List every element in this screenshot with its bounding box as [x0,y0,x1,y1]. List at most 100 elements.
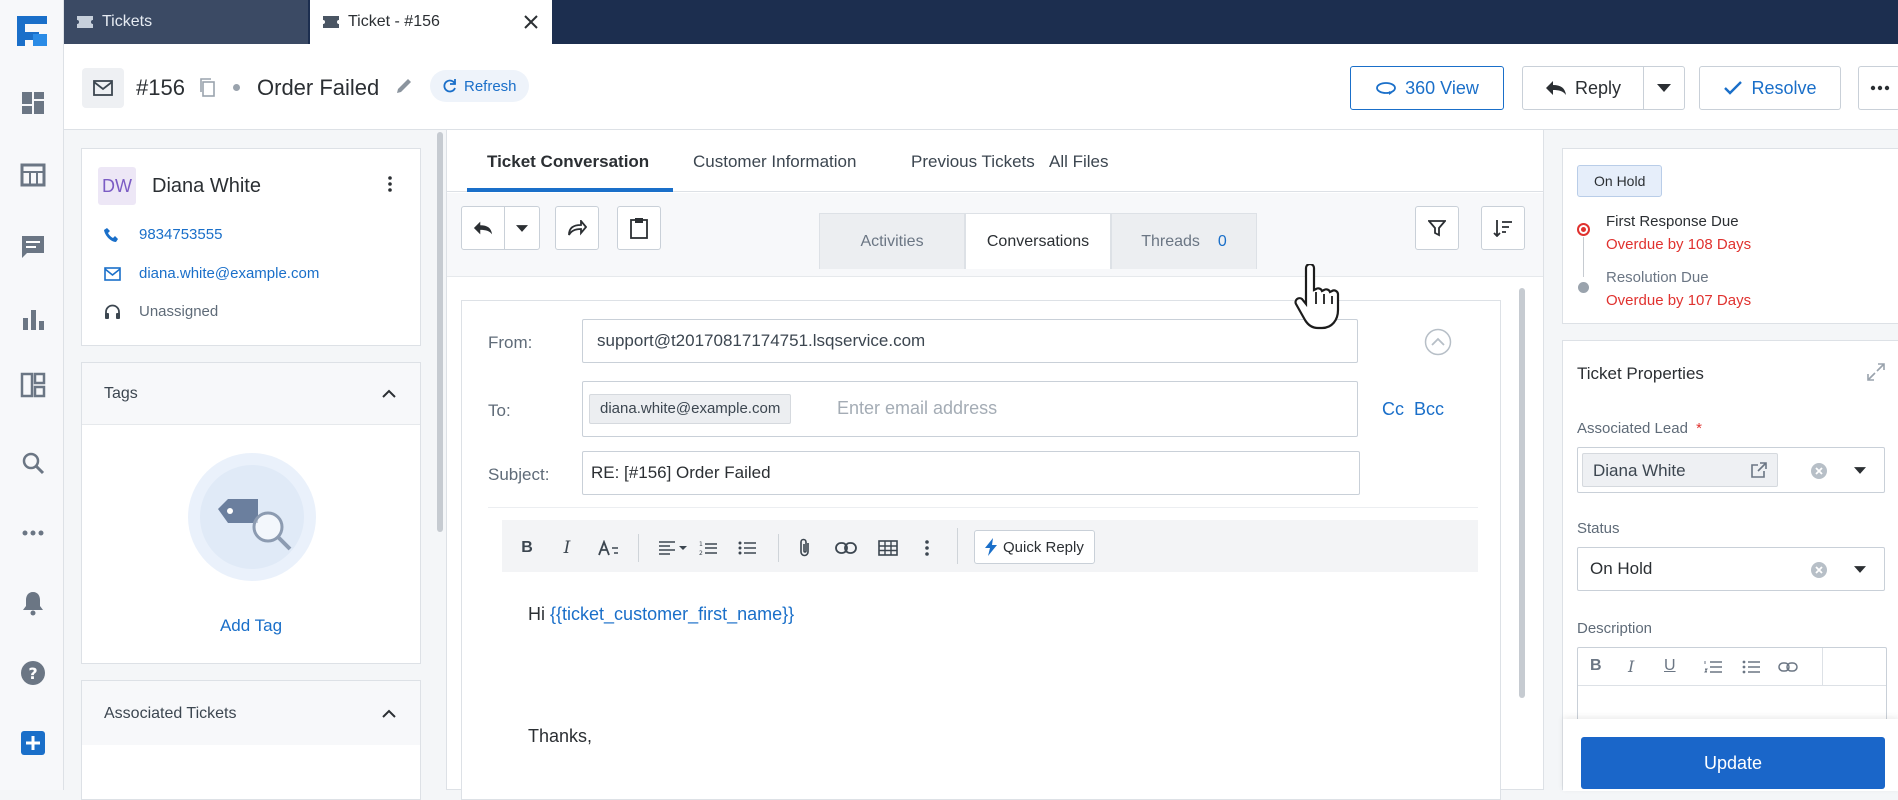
help-icon[interactable]: ? [20,660,46,686]
threads-label: Threads [1141,232,1200,250]
reports-icon[interactable] [20,306,46,332]
more-vertical-icon[interactable] [915,536,939,560]
first-response-label: First Response Due [1606,213,1739,230]
clear-icon[interactable] [1810,462,1828,480]
close-tab-icon[interactable] [522,13,540,31]
tab-tickets[interactable]: Tickets [64,0,308,44]
collapse-circle-icon[interactable] [1424,328,1452,356]
tags-header[interactable]: Tags [82,363,420,425]
threads-count: 0 [1217,232,1227,250]
conversation-scrollbar[interactable] [1519,288,1525,698]
subject-input[interactable]: RE: [#156] Order Failed [582,451,1360,495]
chevron-up-icon[interactable] [382,389,396,398]
sla-card: On Hold First Response Due Overdue by 10… [1562,148,1898,324]
resolution-label: Resolution Due [1606,269,1709,286]
italic-icon[interactable]: I [1628,657,1634,676]
active-tab-indicator [467,188,673,192]
body-thanks: Thanks, [528,726,593,746]
forward-button[interactable] [555,206,599,250]
kebab-menu-icon[interactable] [388,176,392,192]
tab-ticket-conversation[interactable]: Ticket Conversation [487,152,649,172]
add-icon[interactable] [20,730,46,756]
more-icon[interactable] [20,520,46,546]
lightning-icon [985,538,997,556]
tab-all-files[interactable]: All Files [1049,152,1109,172]
reply-button[interactable]: Reply [1522,66,1644,110]
recipient-chip[interactable]: diana.white@example.com [589,394,792,424]
reply-label: Reply [1574,77,1622,98]
resolve-button[interactable]: Resolve [1699,66,1841,110]
dashboard-icon[interactable] [20,90,46,116]
link-icon[interactable] [1778,660,1798,674]
left-column-scrollbar[interactable] [437,132,443,532]
view-360-button[interactable]: 360 View [1350,66,1504,110]
unordered-list-icon[interactable] [1742,660,1760,674]
attachment-icon[interactable] [793,536,817,560]
table-icon[interactable] [20,162,46,188]
refresh-label: Refresh [464,77,517,95]
subtab-threads[interactable]: Threads 0 [1111,213,1257,269]
to-input[interactable]: diana.white@example.com Enter email addr… [582,381,1358,437]
editor-body-greeting[interactable]: Hi {{ticket_customer_first_name}} [528,604,794,625]
ordered-list-icon[interactable] [1704,660,1722,674]
cc-link[interactable]: Cc [1382,399,1404,420]
chevron-up-icon[interactable] [382,709,396,718]
window-tab-bar: Tickets Ticket - #156 [64,0,1898,44]
contact-email-link[interactable]: diana.white@example.com [139,265,319,282]
font-size-icon[interactable] [597,536,621,560]
link-icon[interactable] [834,536,858,560]
reply-options-dropdown[interactable] [504,206,540,250]
filter-button[interactable] [1415,206,1459,250]
sort-button[interactable] [1481,206,1525,250]
conversation-panel: Ticket Conversation Customer Information… [446,130,1544,800]
refresh-button[interactable]: Refresh [430,70,529,102]
align-icon[interactable] [656,536,690,560]
tab-previous-tickets[interactable]: Previous Tickets [911,152,1035,172]
associated-lead-label-text: Associated Lead [1577,420,1688,437]
table-icon[interactable] [876,536,900,560]
contact-phone-link[interactable]: 9834753555 [139,226,222,243]
search-icon[interactable] [20,450,46,476]
svg-text:?: ? [28,664,37,683]
clear-icon[interactable] [1810,561,1828,579]
chat-icon[interactable] [20,234,46,260]
subtab-conversations[interactable]: Conversations [965,213,1111,269]
quick-reply-button[interactable]: Quick Reply [974,530,1095,564]
description-label: Description [1577,620,1653,637]
properties-title: Ticket Properties [1577,364,1704,383]
layout-icon[interactable] [20,372,46,398]
italic-icon[interactable]: I [555,536,579,560]
app-logo-icon[interactable] [15,14,49,48]
external-link-icon[interactable] [1751,462,1767,478]
add-tag-link[interactable]: Add Tag [82,616,420,636]
unordered-list-icon[interactable] [735,536,759,560]
from-select[interactable]: support@t20170817174751.lsqservice.com [582,319,1358,363]
copy-icon[interactable] [198,77,216,97]
expand-icon[interactable] [1867,363,1885,381]
note-button[interactable] [617,206,661,250]
contact-name[interactable]: Diana White [152,175,261,198]
to-placeholder[interactable]: Enter email address [837,398,997,419]
bold-icon[interactable]: B [515,536,539,560]
underline-icon[interactable]: U [1664,657,1676,675]
subtab-activities[interactable]: Activities [819,213,965,269]
caret-down-icon[interactable] [1854,467,1866,474]
tab-customer-information[interactable]: Customer Information [693,152,856,172]
notification-bell-icon[interactable] [20,590,46,616]
edit-pencil-icon[interactable] [394,76,414,96]
ordered-list-icon[interactable]: 12 [696,536,720,560]
reply-action-button[interactable] [461,206,505,250]
reply-dropdown-button[interactable] [1643,66,1685,110]
caret-down-icon[interactable] [1854,566,1866,573]
ticket-title: Order Failed [257,75,380,100]
quick-reply-label: Quick Reply [1003,538,1084,556]
tab-ticket-156[interactable]: Ticket - #156 [310,0,552,44]
more-actions-button[interactable] [1858,66,1898,110]
associated-lead-select[interactable]: Diana White [1577,447,1885,493]
associated-tickets-header[interactable]: Associated Tickets [82,681,420,745]
bcc-link[interactable]: Bcc [1414,399,1444,420]
bold-icon[interactable]: B [1590,657,1602,675]
update-button[interactable]: Update [1581,737,1885,789]
status-select[interactable]: On Hold [1577,547,1885,591]
lead-chip[interactable]: Diana White [1582,453,1778,487]
